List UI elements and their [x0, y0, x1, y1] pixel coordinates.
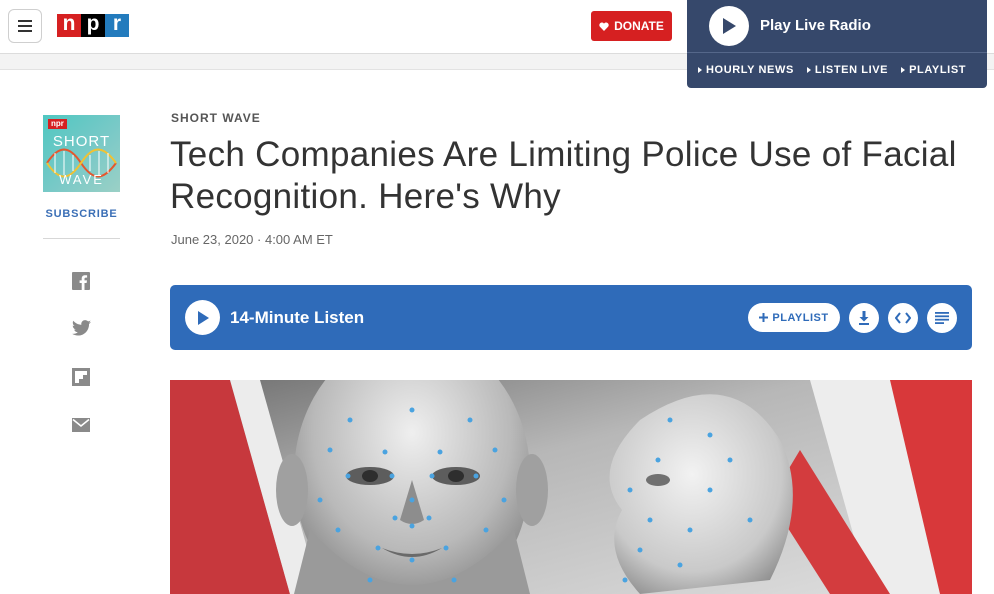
caret-right-icon — [806, 67, 811, 73]
logo-letter-p: p — [81, 13, 105, 37]
embed-icon — [895, 312, 911, 324]
donate-button[interactable]: DONATE — [591, 11, 672, 41]
playlist-label: PLAYLIST — [909, 64, 967, 76]
subscribe-link[interactable]: SUBSCRIBE — [43, 208, 120, 220]
email-icon — [72, 418, 90, 432]
play-icon — [723, 18, 736, 34]
live-radio-links: HOURLY NEWS LISTEN LIVE PLAYLIST — [698, 64, 966, 76]
live-radio-title[interactable]: Play Live Radio — [760, 17, 871, 34]
share-facebook-button[interactable] — [71, 271, 91, 291]
listen-live-link[interactable]: LISTEN LIVE — [806, 64, 889, 76]
share-email-button[interactable] — [71, 415, 91, 435]
transcript-icon — [935, 312, 949, 324]
donate-label: DONATE — [614, 19, 664, 33]
twitter-icon — [71, 320, 91, 336]
facial-recognition-illustration — [170, 380, 972, 594]
audio-play-button[interactable] — [185, 300, 220, 335]
caret-right-icon — [698, 67, 702, 73]
live-radio-panel: Play Live Radio HOURLY NEWS LISTEN LIVE … — [687, 0, 987, 88]
playlist-link[interactable]: PLAYLIST — [901, 64, 966, 76]
download-icon — [859, 311, 869, 325]
hourly-news-label: HOURLY NEWS — [706, 64, 794, 76]
facial-recognition-hero-image — [170, 380, 972, 594]
facebook-icon — [72, 272, 90, 290]
share-twitter-button[interactable] — [71, 318, 91, 338]
audio-duration-title: 14-Minute Listen — [230, 308, 365, 327]
logo-letter-r: r — [105, 13, 129, 37]
sidebar-divider — [43, 238, 120, 239]
podcast-art-title-line1: SHORT — [52, 133, 111, 150]
npr-logo[interactable]: n p r — [57, 13, 129, 37]
hourly-news-link[interactable]: HOURLY NEWS — [698, 64, 794, 76]
menu-button[interactable] — [8, 9, 42, 43]
play-icon — [197, 310, 209, 325]
share-flipboard-button[interactable] — [71, 367, 91, 387]
add-to-playlist-button[interactable]: PLAYLIST — [748, 303, 840, 332]
live-radio-divider — [687, 52, 987, 53]
transcript-button[interactable] — [927, 303, 957, 333]
podcast-art-title-line2: WAVE — [59, 172, 104, 187]
heart-icon — [599, 22, 609, 31]
flipboard-icon — [72, 368, 90, 386]
embed-button[interactable] — [888, 303, 918, 333]
playlist-button-label: PLAYLIST — [772, 311, 829, 324]
logo-letter-n: n — [57, 13, 81, 37]
page-title: Tech Companies Are Limiting Police Use o… — [170, 135, 957, 216]
story-slug-link[interactable]: SHORT WAVE — [171, 111, 261, 125]
audio-player: 14-Minute Listen PLAYLIST — [170, 285, 972, 350]
live-radio-play-button[interactable] — [709, 6, 749, 46]
hamburger-icon — [18, 20, 32, 32]
caret-right-icon — [901, 67, 906, 73]
short-wave-podcast-art[interactable]: npr SHORT WAVE — [43, 115, 120, 192]
download-button[interactable] — [849, 303, 879, 333]
article-dateline: June 23, 2020 · 4:00 AM ET — [171, 232, 333, 247]
plus-icon — [759, 313, 769, 322]
listen-live-label: LISTEN LIVE — [814, 64, 889, 76]
